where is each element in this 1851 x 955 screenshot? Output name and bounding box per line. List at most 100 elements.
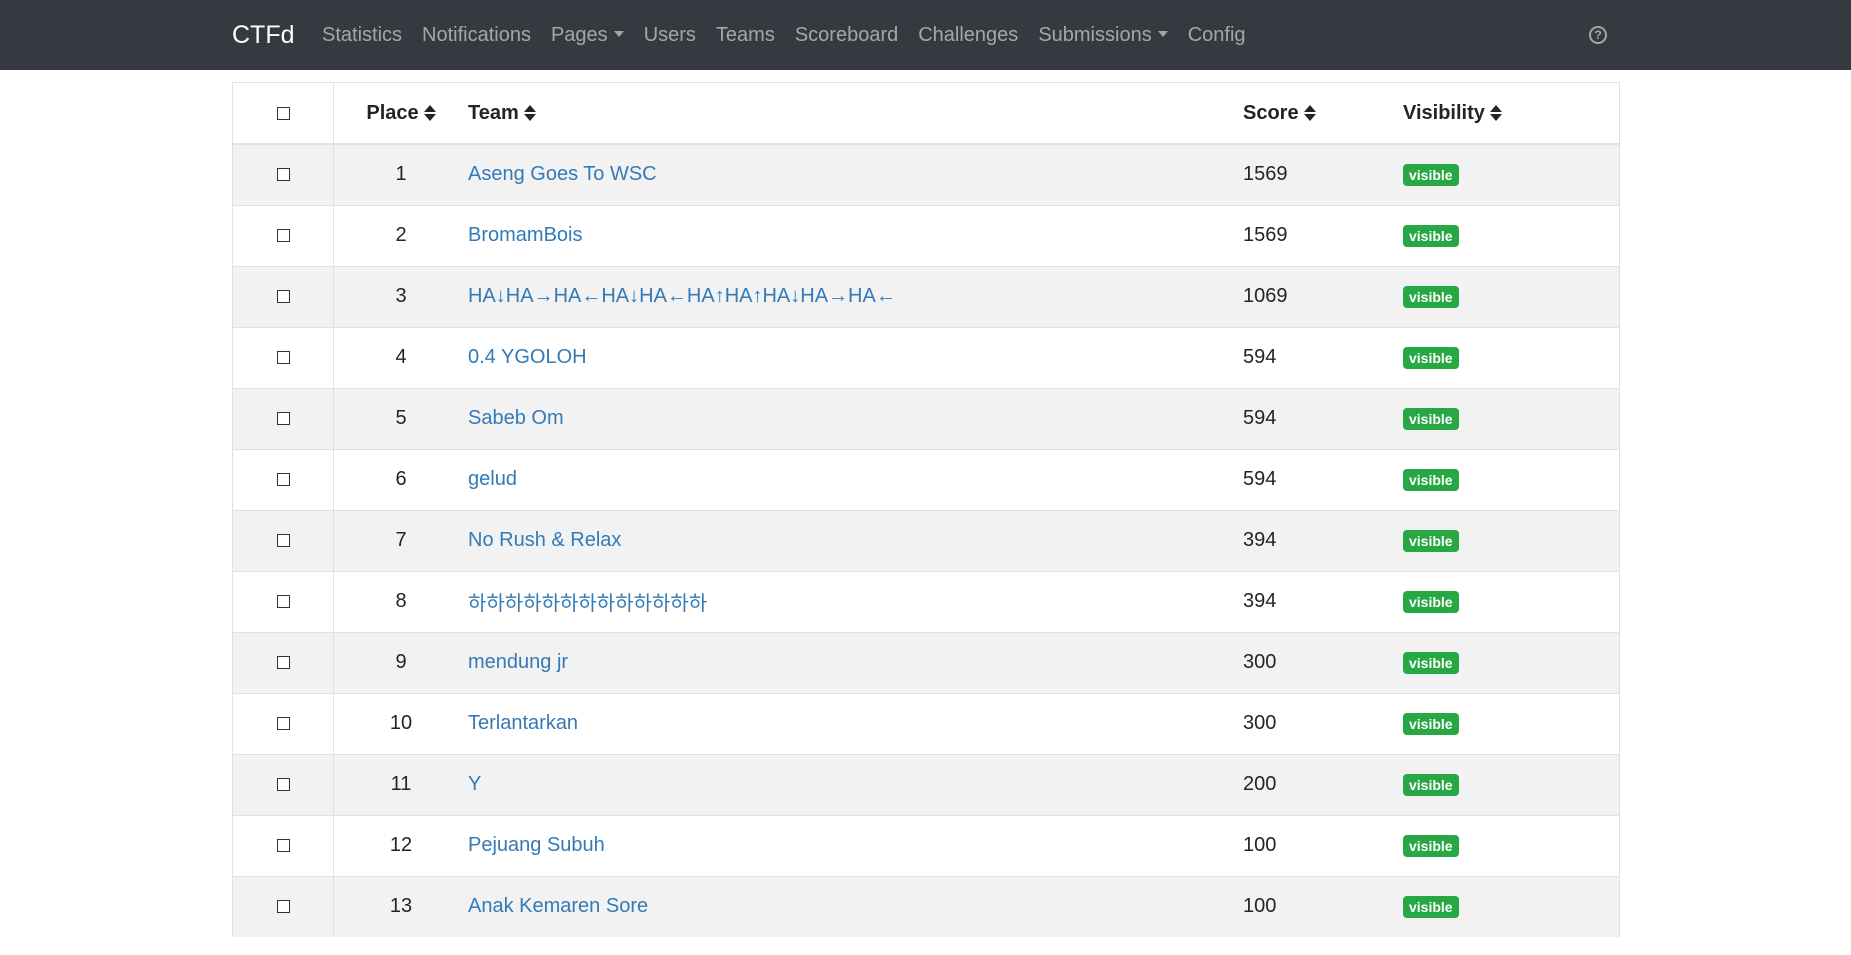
row-checkbox[interactable] [276, 778, 290, 792]
visibility-cell: visible [1403, 815, 1619, 876]
visibility-column-header[interactable]: Visibility [1403, 83, 1619, 145]
visibility-badge: visible [1403, 286, 1459, 308]
place-cell: 4 [334, 327, 469, 388]
nav-item-pages[interactable]: Pages [541, 0, 634, 70]
team-link[interactable]: 하하하하하하하하하하하하하 [468, 593, 707, 615]
score-column-header[interactable]: Score [1243, 83, 1403, 145]
row-checkbox[interactable] [276, 229, 290, 243]
table-body: 1 Aseng Goes To WSC 1569 visible 2 BromamBois… [233, 144, 1619, 937]
place-column-header[interactable]: Place [333, 83, 468, 145]
visibility-badge: visible [1403, 774, 1459, 796]
visibility-cell: visible [1403, 876, 1619, 937]
visibility-badge: visible [1403, 164, 1459, 187]
place-cell: 12 [334, 815, 469, 876]
team-link[interactable]: BromamBois [468, 224, 582, 246]
row-select-cell [233, 449, 334, 510]
nav-item-label: Pages [550, 24, 608, 46]
score-cell: 594 [1243, 388, 1403, 449]
nav-item-label: Challenges [918, 24, 1019, 46]
team-link[interactable]: No Rush & Relax [468, 529, 621, 551]
team-link[interactable]: Sabeb Om [468, 407, 564, 429]
row-checkbox[interactable] [276, 168, 290, 182]
team-link[interactable]: Pejuang Subuh [468, 834, 605, 856]
visibility-cell: visible [1403, 144, 1619, 205]
table-row: 11 Y 200 visible [233, 754, 1619, 815]
nav-item-label: Scoreboard [794, 24, 899, 46]
team-link[interactable]: Anak Kemaren Sore [468, 895, 648, 917]
brand-logo[interactable]: CTFd [232, 20, 295, 50]
sort-icon [1303, 105, 1316, 121]
row-checkbox[interactable] [276, 595, 290, 609]
team-cell: Anak Kemaren Sore [468, 876, 1243, 937]
row-checkbox[interactable] [276, 656, 290, 670]
team-link[interactable]: Aseng Goes To WSC [468, 163, 657, 185]
team-header-label: Team [468, 101, 519, 124]
row-select-cell [233, 815, 334, 876]
score-value: 594 [1243, 468, 1277, 490]
place-value: 12 [389, 834, 413, 856]
place-cell: 7 [334, 510, 469, 571]
team-cell: HA↓HA→HA←HA↓HA←HA↑HA↑HA↓HA→HA← [468, 266, 1243, 327]
score-cell: 200 [1243, 754, 1403, 815]
place-cell: 13 [334, 876, 469, 937]
row-checkbox[interactable] [276, 900, 290, 914]
team-link[interactable]: HA↓HA→HA←HA↓HA←HA↑HA↑HA↓HA→HA← [468, 285, 896, 307]
score-cell: 1569 [1243, 205, 1403, 266]
team-link[interactable]: gelud [468, 468, 517, 490]
row-checkbox[interactable] [276, 473, 290, 487]
nav-item-teams[interactable]: Teams [706, 0, 785, 70]
team-cell: Sabeb Om [468, 388, 1243, 449]
row-checkbox[interactable] [276, 839, 290, 853]
score-header-label: Score [1243, 101, 1299, 124]
nav-item-submissions[interactable]: Submissions [1028, 0, 1177, 70]
row-select-cell [233, 144, 334, 205]
row-select-cell [233, 388, 334, 449]
place-value: 2 [395, 224, 407, 246]
score-cell: 300 [1243, 632, 1403, 693]
team-link[interactable]: 0.4 YGOLOH [468, 346, 587, 368]
score-value: 100 [1243, 895, 1277, 918]
nav-item-scoreboard[interactable]: Scoreboard [785, 0, 908, 70]
nav-item-challenges[interactable]: Challenges [908, 0, 1028, 70]
team-link[interactable]: Terlantarkan [468, 712, 578, 734]
place-cell: 3 [334, 266, 469, 327]
team-cell: mendung jr [468, 632, 1243, 693]
nav-item-statistics[interactable]: Statistics [312, 0, 412, 70]
row-select-cell [233, 876, 334, 937]
visibility-cell: visible [1403, 205, 1619, 266]
visibility-cell: visible [1403, 327, 1619, 388]
score-cell: 100 [1243, 815, 1403, 876]
place-value: 4 [395, 346, 407, 368]
score-value: 100 [1243, 834, 1277, 856]
score-cell: 594 [1243, 327, 1403, 388]
score-value: 394 [1243, 590, 1277, 612]
visibility-badge: visible [1403, 225, 1459, 247]
row-select-cell [233, 632, 334, 693]
row-checkbox[interactable] [276, 717, 290, 731]
row-checkbox[interactable] [276, 534, 290, 548]
help-icon[interactable]: ? [1589, 26, 1607, 44]
visibility-cell: visible [1403, 693, 1619, 754]
visibility-badge: visible [1403, 896, 1459, 919]
nav-item-config[interactable]: Config [1178, 0, 1256, 70]
score-value: 300 [1243, 651, 1277, 673]
nav-item-notifications[interactable]: Notifications [412, 0, 541, 70]
place-value: 7 [395, 529, 407, 551]
team-link[interactable]: mendung jr [468, 651, 568, 673]
place-value: 6 [395, 468, 407, 490]
row-select-cell [233, 754, 334, 815]
visibility-badge: visible [1403, 713, 1459, 735]
table-row: 5 Sabeb Om 594 visible [233, 388, 1619, 449]
row-checkbox[interactable] [276, 412, 290, 426]
score-cell: 1569 [1243, 144, 1403, 205]
select-all-checkbox[interactable] [276, 106, 290, 120]
team-link[interactable]: Y [468, 773, 481, 795]
place-value: 10 [389, 712, 413, 734]
row-checkbox[interactable] [276, 351, 290, 365]
place-value: 8 [395, 590, 407, 612]
row-checkbox[interactable] [276, 290, 290, 304]
table-row: 1 Aseng Goes To WSC 1569 visible [233, 144, 1619, 205]
nav-item-users[interactable]: Users [634, 0, 706, 70]
place-cell: 9 [334, 632, 469, 693]
team-column-header[interactable]: Team [468, 83, 1243, 145]
